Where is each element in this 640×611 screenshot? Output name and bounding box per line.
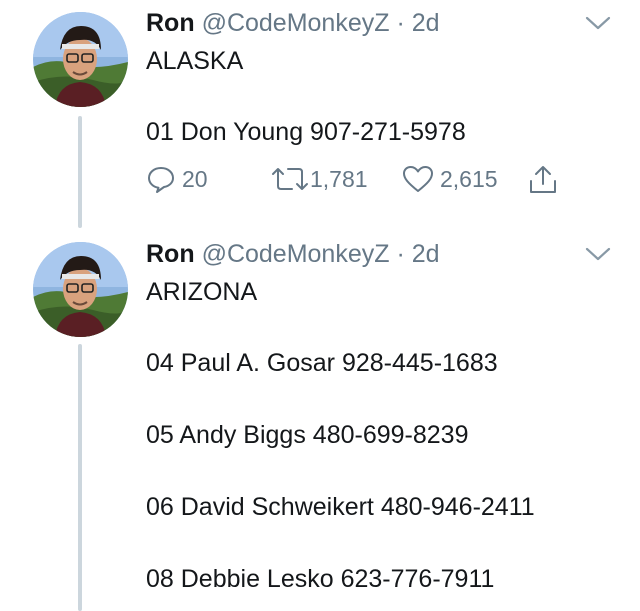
- author-name[interactable]: Ron: [146, 9, 195, 37]
- retweet-button[interactable]: 1,781: [270, 164, 368, 194]
- author-handle[interactable]: @CodeMonkeyZ: [202, 240, 390, 268]
- share-icon: [528, 164, 558, 196]
- tweet-text-line: 08 Debbie Lesko 623-776-7911: [146, 565, 495, 593]
- like-icon: [402, 164, 434, 194]
- tweet-text-line: ARIZONA: [146, 278, 258, 306]
- tweet-text-line: 05 Andy Biggs 480-699-8239: [146, 421, 469, 449]
- tweet-text-line: ALASKA: [146, 47, 244, 75]
- timestamp[interactable]: 2d: [412, 240, 440, 268]
- timestamp[interactable]: 2d: [412, 9, 440, 37]
- tweet-text-line: 04 Paul A. Gosar 928-445-1683: [146, 349, 498, 377]
- thread-connector-line: [78, 116, 82, 228]
- author-handle[interactable]: @CodeMonkeyZ: [202, 9, 390, 37]
- tweet-text-line: 01 Don Young 907-271-5978: [146, 118, 466, 146]
- retweet-count: 1,781: [310, 165, 368, 192]
- tweet-header: Ron @CodeMonkeyZ · 2d: [146, 239, 440, 269]
- reply-button[interactable]: 20: [146, 164, 208, 194]
- chevron-down-icon[interactable]: [585, 245, 611, 263]
- avatar[interactable]: [33, 242, 128, 337]
- author-name[interactable]: Ron: [146, 240, 195, 268]
- avatar[interactable]: [33, 12, 128, 107]
- thread-connector-line: [78, 344, 82, 611]
- retweet-icon: [270, 164, 310, 194]
- like-count: 2,615: [440, 165, 498, 192]
- share-button[interactable]: [528, 164, 558, 196]
- chevron-down-icon[interactable]: [585, 14, 611, 32]
- tweet-actions: 20 1,781 2,615: [146, 164, 576, 198]
- separator-dot: ·: [396, 240, 405, 268]
- reply-icon: [146, 164, 176, 194]
- like-button[interactable]: 2,615: [402, 164, 498, 194]
- tweet-text-line: 06 David Schweikert 480-946-2411: [146, 493, 535, 521]
- reply-count: 20: [182, 165, 208, 192]
- tweet-header: Ron @CodeMonkeyZ · 2d: [146, 8, 440, 38]
- separator-dot: ·: [396, 9, 405, 37]
